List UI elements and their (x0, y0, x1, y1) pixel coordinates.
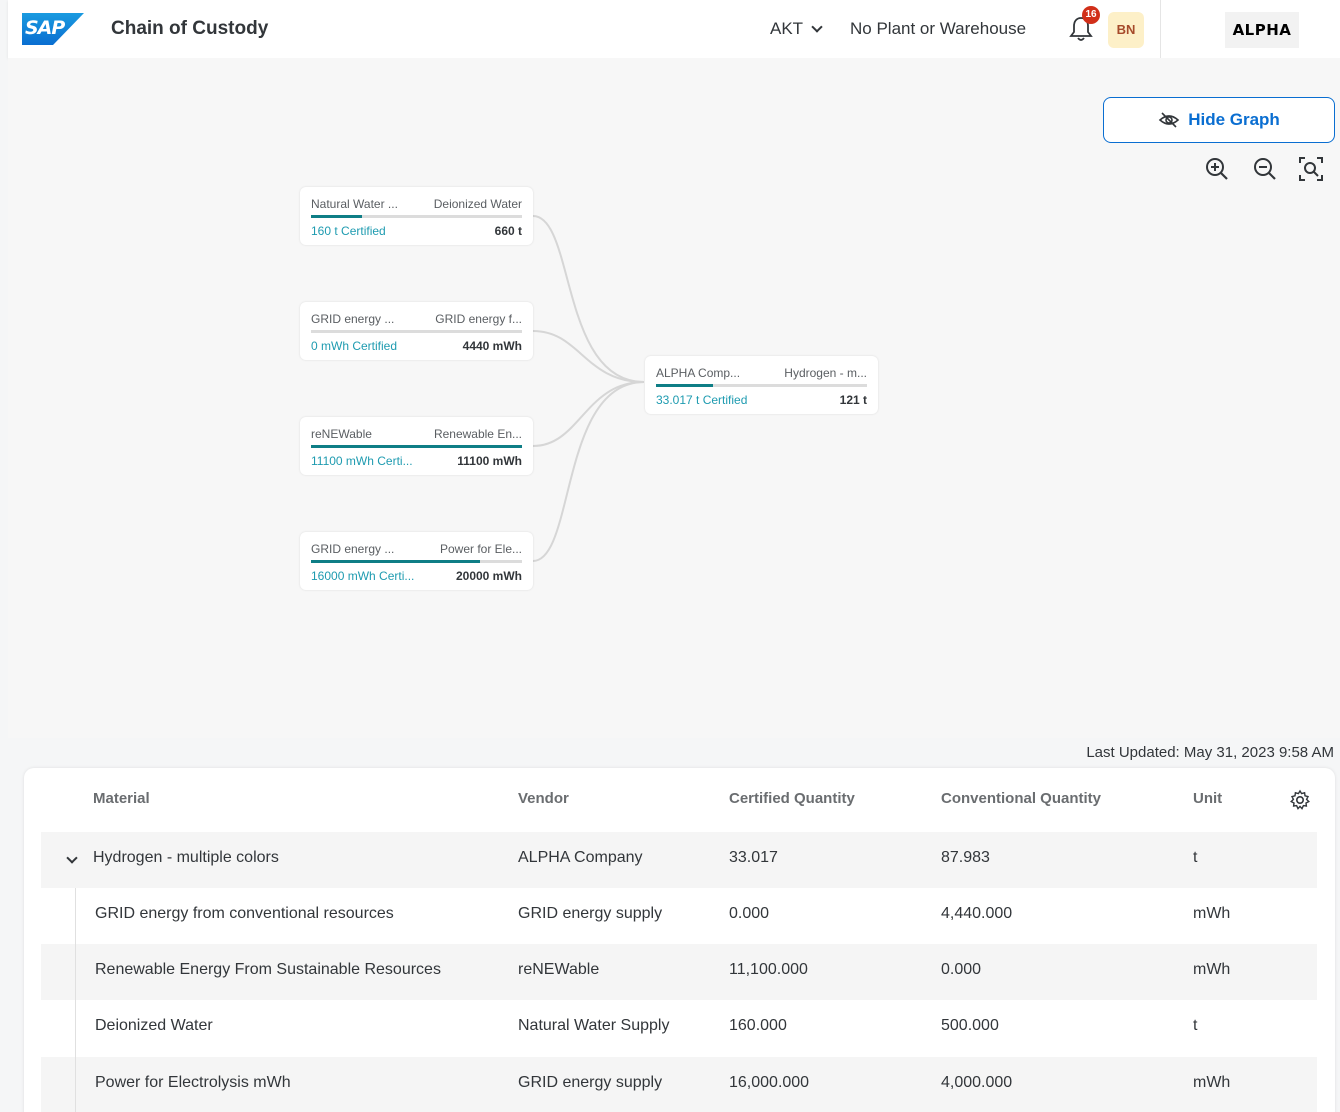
column-header-vendor[interactable]: Vendor (518, 790, 569, 807)
cell-conventional: 500.000 (941, 1017, 999, 1034)
table-row-parent[interactable]: Hydrogen - multiple colors ALPHA Company… (41, 832, 1317, 888)
node-progress-bar (311, 330, 522, 333)
chevron-down-icon (811, 20, 823, 33)
node-total: 4440 mWh (462, 339, 522, 353)
cell-conventional: 4,000.000 (941, 1074, 1013, 1091)
cell-certified: 0.000 (729, 905, 770, 922)
node-material: Hydrogen - m... (784, 366, 867, 380)
node-progress-bar (311, 560, 522, 563)
company-label: AKT (770, 19, 804, 38)
node-material: Renewable En... (433, 427, 522, 441)
cell-conventional: 4,440.000 (941, 905, 1013, 922)
hide-graph-label: Hide Graph (1188, 110, 1280, 129)
cell-certified: 160.000 (729, 1017, 787, 1034)
node-certified: 33.017 t Certified (656, 393, 748, 407)
column-header-material[interactable]: Material (93, 790, 150, 807)
graph-node[interactable]: GRID energy ... GRID energy f... 0 mWh C… (300, 302, 533, 360)
node-total: 121 t (839, 393, 867, 407)
sap-logo[interactable]: SAP (22, 13, 84, 45)
node-vendor: Natural Water ... (311, 197, 398, 211)
collapse-chevron-icon[interactable] (66, 852, 78, 864)
cell-certified: 33.017 (729, 849, 778, 866)
cell-certified: 16,000.000 (729, 1074, 810, 1091)
cell-unit: t (1193, 1017, 1198, 1034)
cell-certified: 11,100.000 (729, 961, 808, 978)
cell-material: Deionized Water (95, 1017, 213, 1034)
node-progress-fill (311, 560, 480, 563)
node-material: GRID energy f... (435, 312, 522, 326)
app-title: Chain of Custody (111, 18, 269, 39)
node-vendor: ALPHA Comp... (656, 366, 741, 380)
node-total: 660 t (494, 224, 522, 238)
cell-vendor: GRID energy supply (518, 1074, 663, 1091)
cell-material: Hydrogen - multiple colors (93, 849, 279, 866)
plant-selector[interactable]: No Plant or Warehouse (850, 19, 1026, 39)
table-row[interactable]: Power for Electrolysis mWh GRID energy s… (41, 1057, 1317, 1112)
table-row[interactable]: GRID energy from conventional resources … (41, 888, 1317, 944)
node-certified: 16000 mWh Certi... (311, 569, 415, 583)
company-selector[interactable]: AKT (770, 19, 823, 39)
node-progress-bar (311, 215, 522, 218)
node-vendor: reNEWable (311, 427, 372, 441)
node-progress-fill (311, 445, 522, 448)
node-material: Deionized Water (433, 197, 522, 211)
notification-count-badge: 16 (1082, 6, 1100, 24)
company-brand-logo: ALPHA (1225, 12, 1299, 48)
eye-slash-icon (1158, 112, 1180, 128)
cell-unit: mWh (1193, 1074, 1231, 1091)
column-header-certified-quantity[interactable]: Certified Quantity (729, 790, 855, 807)
hide-graph-button[interactable]: Hide Graph (1103, 97, 1335, 143)
node-progress-fill (656, 384, 713, 387)
cell-material: GRID energy from conventional resources (95, 905, 394, 922)
node-progress-bar (311, 445, 522, 448)
cell-vendor: ALPHA Company (518, 849, 643, 866)
node-certified: 11100 mWh Certi... (311, 454, 413, 468)
cell-unit: mWh (1193, 961, 1231, 978)
node-progress-bar (656, 384, 867, 387)
user-avatar[interactable]: BN (1108, 12, 1144, 48)
tree-indent-line (75, 888, 76, 1112)
cell-unit: t (1193, 849, 1198, 866)
last-updated-text: Last Updated: May 31, 2023 9:58 AM (1086, 744, 1334, 761)
node-progress-fill (311, 215, 362, 218)
node-vendor: GRID energy ... (311, 542, 395, 556)
cell-vendor: reNEWable (518, 961, 600, 978)
node-material: Power for Ele... (439, 542, 522, 556)
column-header-unit[interactable]: Unit (1193, 790, 1222, 807)
cell-vendor: GRID energy supply (518, 905, 663, 922)
cell-material: Power for Electrolysis mWh (95, 1074, 291, 1091)
node-certified: 160 t Certified (311, 224, 386, 238)
table-row[interactable]: Deionized Water Natural Water Supply 160… (41, 1000, 1317, 1056)
graph-node[interactable]: reNEWable Renewable En... 11100 mWh Cert… (300, 417, 533, 475)
fit-to-screen-icon[interactable] (1298, 156, 1324, 182)
table-row[interactable]: Renewable Energy From Sustainable Resour… (41, 944, 1317, 1000)
cell-material: Renewable Energy From Sustainable Resour… (95, 961, 441, 978)
column-header-conventional-quantity[interactable]: Conventional Quantity (941, 790, 1101, 807)
graph-node[interactable]: GRID energy ... Power for Ele... 16000 m… (300, 532, 533, 590)
sap-logo-text: SAP (25, 17, 65, 39)
node-certified: 0 mWh Certified (311, 339, 398, 353)
zoom-out-icon[interactable] (1252, 156, 1278, 182)
table-settings-gear-icon[interactable] (1289, 789, 1311, 811)
node-total: 20000 mWh (455, 569, 522, 583)
cell-conventional: 87.983 (941, 849, 990, 866)
graph-target-node[interactable]: ALPHA Comp... Hydrogen - m... 33.017 t C… (645, 356, 878, 414)
cell-unit: mWh (1193, 905, 1231, 922)
cell-vendor: Natural Water Supply (518, 1017, 670, 1034)
graph-node[interactable]: Natural Water ... Deionized Water 160 t … (300, 187, 533, 245)
zoom-in-icon[interactable] (1204, 156, 1230, 182)
node-total: 11100 mWh (457, 454, 522, 468)
cell-conventional: 0.000 (941, 961, 982, 978)
node-vendor: GRID energy ... (311, 312, 395, 326)
shell-divider (1160, 0, 1161, 58)
